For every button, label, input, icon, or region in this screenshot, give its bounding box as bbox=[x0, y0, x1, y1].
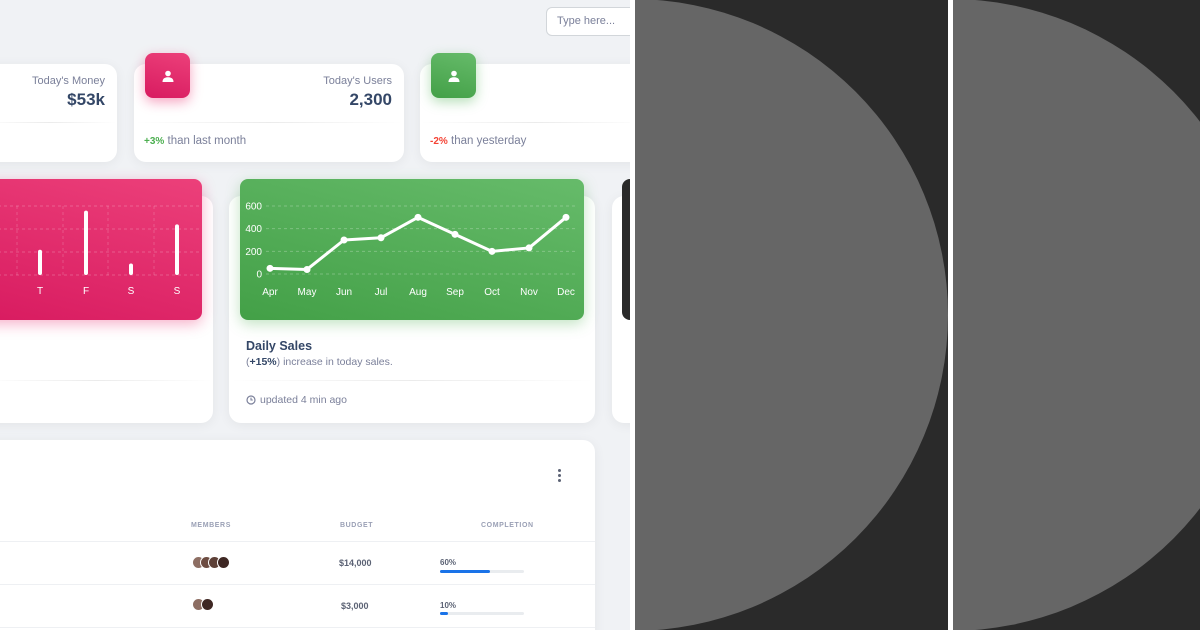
data-point bbox=[266, 264, 274, 272]
divider bbox=[229, 380, 595, 381]
line-chart-svg: 0 200 400 600 Apr May Jun Jul Aug Sep Oct Nov Dec bbox=[245, 202, 576, 298]
x-tick-label: May bbox=[298, 287, 317, 298]
users-stat-label: Today's Users bbox=[323, 75, 392, 87]
stat-3-footer: -2% than yesterday bbox=[430, 135, 526, 147]
x-tick-label: Sep bbox=[446, 287, 464, 298]
x-tick-label: S bbox=[174, 286, 181, 297]
users-change: +3% bbox=[144, 136, 165, 147]
sub-suffix: ) increase in today sales. bbox=[276, 356, 393, 368]
bar-chart-svg: TFSS bbox=[0, 205, 202, 297]
data-point bbox=[377, 234, 385, 242]
table-divider bbox=[0, 584, 595, 585]
divider bbox=[0, 122, 117, 123]
stat-3-icon-box bbox=[431, 53, 476, 98]
avatar bbox=[201, 598, 214, 611]
budget-value: $3,000 bbox=[341, 601, 369, 611]
x-tick-label: Oct bbox=[484, 287, 500, 298]
table-divider bbox=[0, 627, 595, 628]
progress-fill bbox=[440, 612, 449, 615]
y-tick-label: 600 bbox=[245, 202, 262, 213]
data-point bbox=[562, 213, 570, 221]
data-point bbox=[451, 230, 459, 238]
half-circle-shape bbox=[635, 0, 948, 630]
x-tick-label: Dec bbox=[557, 287, 575, 298]
completion-value: 60% bbox=[440, 558, 457, 567]
sub-pct: +15% bbox=[249, 356, 277, 368]
x-tick-label: S bbox=[128, 286, 135, 297]
x-tick-label: F bbox=[83, 286, 89, 297]
line-chart: 0 200 400 600 Apr May Jun Jul Aug Sep Oct Nov Dec bbox=[240, 179, 584, 320]
y-tick-label: 400 bbox=[245, 224, 262, 235]
progress-bar bbox=[440, 570, 524, 573]
data-point bbox=[414, 213, 422, 221]
users-stat-footer: +3% than last month bbox=[144, 135, 246, 147]
daily-sales-subtitle: (+15%) increase in today sales. bbox=[246, 356, 393, 368]
overlay-panel-right bbox=[953, 0, 1200, 630]
stat-3-change-text: than yesterday bbox=[451, 135, 527, 147]
person-icon bbox=[162, 70, 173, 82]
stat-3-change: -2% bbox=[430, 136, 448, 147]
panel-separator bbox=[948, 0, 953, 630]
projects-card bbox=[0, 440, 595, 630]
updated-text: updated 4 min ago bbox=[260, 394, 347, 406]
completion-value: 10% bbox=[440, 601, 457, 610]
avatar bbox=[217, 556, 230, 569]
users-stat-value: 2,300 bbox=[349, 90, 392, 109]
bar-chart: TFSS bbox=[0, 179, 202, 320]
y-tick-label: 200 bbox=[245, 247, 262, 258]
money-stat-card: Today's Money $53k bbox=[0, 64, 117, 162]
daily-sales-title: Daily Sales bbox=[246, 339, 313, 353]
data-point bbox=[303, 265, 311, 273]
users-change-text: than last month bbox=[167, 135, 247, 147]
x-tick-label: Jul bbox=[375, 287, 388, 298]
half-circle-shape bbox=[953, 0, 1200, 630]
person-icon bbox=[448, 70, 459, 82]
data-point bbox=[525, 244, 533, 252]
divider bbox=[0, 380, 213, 381]
clock-icon bbox=[246, 395, 256, 405]
x-tick-label: T bbox=[37, 286, 43, 297]
series-line bbox=[269, 215, 567, 271]
data-point bbox=[488, 247, 496, 255]
y-tick-label: 0 bbox=[256, 270, 262, 281]
more-vert-icon[interactable] bbox=[556, 469, 562, 483]
divider bbox=[134, 122, 404, 123]
money-stat-value: $53k bbox=[67, 90, 105, 109]
bar bbox=[175, 224, 179, 275]
x-tick-label: Jun bbox=[336, 287, 352, 298]
bar bbox=[38, 249, 42, 275]
bar bbox=[84, 210, 88, 275]
completion-header: COMPLETION bbox=[481, 522, 534, 529]
progress-fill bbox=[440, 570, 491, 573]
panel-separator bbox=[630, 0, 635, 630]
overlay-panel-left bbox=[635, 0, 948, 630]
data-point bbox=[340, 236, 348, 244]
budget-header: BUDGET bbox=[340, 522, 374, 529]
x-tick-label: Nov bbox=[520, 287, 538, 298]
x-tick-label: Apr bbox=[262, 287, 278, 298]
money-stat-label: Today's Money bbox=[31, 75, 105, 87]
progress-bar bbox=[440, 612, 524, 615]
members-header: MEMBERS bbox=[191, 522, 231, 529]
divider bbox=[420, 122, 650, 123]
x-tick-label: Aug bbox=[409, 287, 427, 298]
budget-value: $14,000 bbox=[339, 558, 372, 568]
daily-sales-updated: updated 4 min ago bbox=[246, 394, 347, 406]
table-divider bbox=[0, 541, 595, 542]
bar bbox=[129, 263, 133, 275]
users-icon-box bbox=[145, 53, 190, 98]
